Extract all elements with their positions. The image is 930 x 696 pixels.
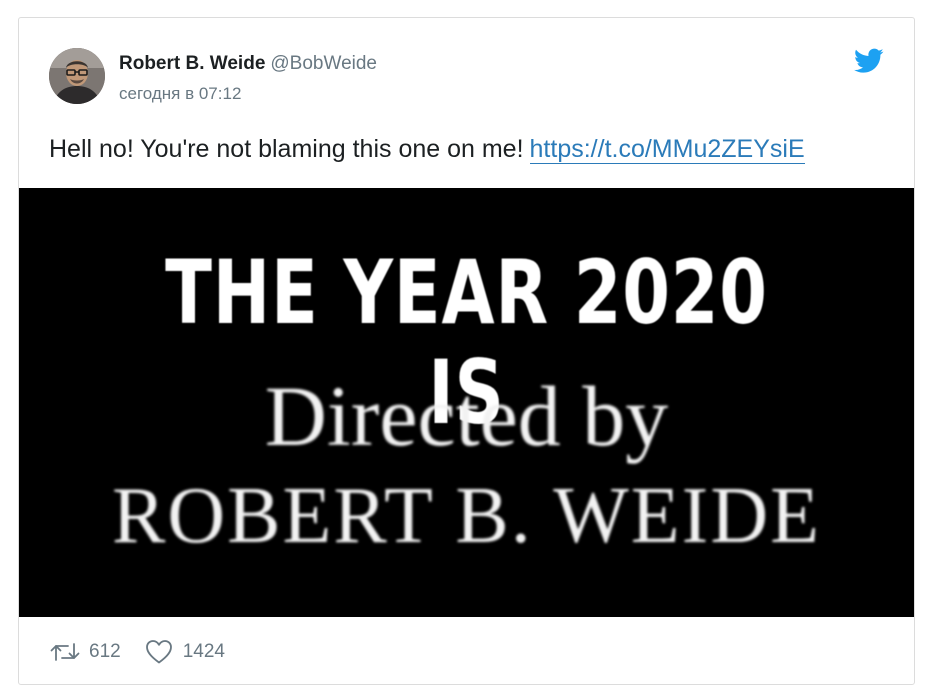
tweet-media-image[interactable]: THE YEAR 2020 IS Directed by ROBERT B. W… — [19, 188, 914, 617]
twitter-bird-icon[interactable] — [854, 48, 884, 74]
like-button[interactable]: 1424 — [145, 639, 225, 665]
retweet-count: 612 — [89, 641, 121, 662]
avatar[interactable] — [49, 48, 105, 104]
tweet-link[interactable]: https://t.co/MMu2ZEYsiE — [529, 135, 805, 164]
media-line-3: ROBERT B. WEIDE — [112, 472, 821, 560]
heart-icon — [145, 639, 173, 665]
tweet-timestamp[interactable]: сегодня в 07:12 — [119, 84, 241, 104]
media-line-2: Directed by — [264, 368, 669, 464]
tweet-card: Robert B. Weide @BobWeide сегодня в 07:12… — [18, 17, 915, 685]
author-line: Robert B. Weide @BobWeide — [119, 52, 377, 76]
retweet-button[interactable]: 612 — [49, 640, 121, 664]
avatar-photo — [49, 48, 105, 104]
author-name[interactable]: Robert B. Weide — [119, 53, 265, 74]
tweet-text: Hell no! You're not blaming this one on … — [49, 132, 805, 166]
tweet-body: Hell no! You're not blaming this one on … — [49, 135, 524, 163]
author-handle[interactable]: @BobWeide — [270, 53, 377, 74]
retweet-icon — [49, 640, 81, 664]
tweet-actions: 612 1424 — [49, 636, 225, 668]
like-count: 1424 — [182, 641, 225, 662]
